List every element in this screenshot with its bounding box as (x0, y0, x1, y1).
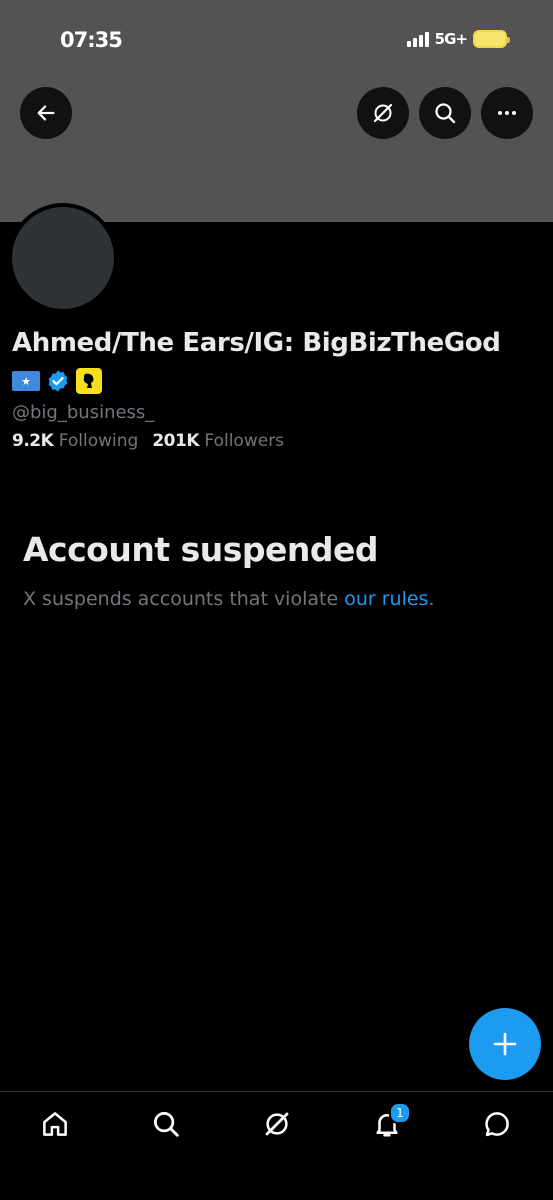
search-button[interactable] (419, 87, 471, 139)
verified-badge-icon[interactable] (46, 369, 70, 393)
following-link[interactable]: 9.2K Following (12, 431, 138, 451)
somalia-flag-icon: ★ (12, 371, 40, 391)
following-count: 9.2K (12, 431, 54, 451)
profile-display-name: Ahmed/The Ears/IG: BigBizTheGod (12, 328, 501, 358)
affiliate-logo-icon (83, 373, 94, 388)
nav-notifications[interactable]: 1 (371, 1102, 411, 1140)
nav-messages[interactable] (481, 1108, 513, 1140)
suspension-description: X suspends accounts that violate our rul… (23, 588, 435, 610)
suspension-description-text: X suspends accounts that violate (23, 588, 345, 610)
grok-button[interactable] (357, 87, 409, 139)
plus-icon (493, 1032, 517, 1056)
status-indicators: 5G+ (406, 30, 510, 48)
nav-home[interactable] (39, 1108, 71, 1140)
grok-icon (373, 103, 393, 123)
followers-count: 201K (152, 431, 199, 451)
home-icon (43, 1112, 67, 1136)
following-label: Following (58, 431, 139, 451)
search-icon (435, 103, 456, 124)
grok-icon (265, 1112, 289, 1136)
back-button[interactable] (20, 87, 72, 139)
affiliate-badge-icon[interactable] (76, 368, 102, 394)
battery-icon (473, 30, 510, 48)
network-type: 5G+ (434, 30, 468, 48)
status-bar: 07:35 5G+ (0, 0, 553, 80)
messages-icon (485, 1112, 509, 1137)
our-rules-link[interactable]: our rules (344, 588, 428, 610)
notification-count-badge: 1 (389, 1102, 411, 1124)
more-options-button[interactable] (481, 87, 533, 139)
suspension-description-trailing: . (428, 588, 435, 610)
nav-search[interactable] (150, 1108, 182, 1140)
arrow-left-icon (37, 105, 55, 121)
nav-grok[interactable] (261, 1108, 293, 1140)
bottom-navigation: 1 (0, 1091, 553, 1200)
followers-label: Followers (204, 431, 285, 451)
more-horizontal-icon (498, 111, 516, 115)
profile-handle: @big_business_ (12, 402, 155, 423)
followers-link[interactable]: 201K Followers (152, 431, 284, 451)
profile-avatar[interactable] (8, 203, 118, 313)
profile-stats: 9.2K Following 201K Followers (12, 431, 284, 451)
cellular-signal-icon (406, 31, 429, 47)
profile-badges: ★ (12, 368, 102, 394)
suspension-title: Account suspended (23, 530, 378, 569)
status-time: 07:35 (60, 28, 123, 52)
search-icon (154, 1112, 179, 1137)
compose-post-button[interactable] (469, 1008, 541, 1080)
